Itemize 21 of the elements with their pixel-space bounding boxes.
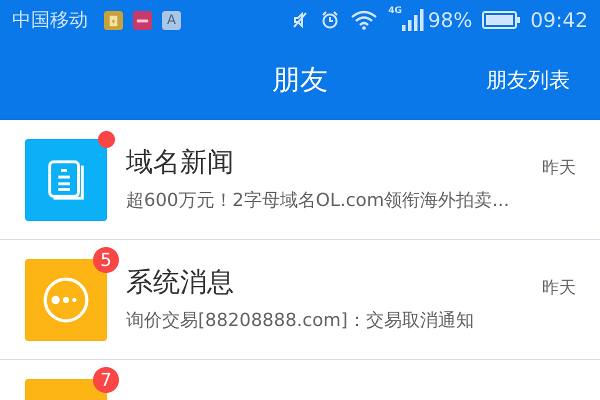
unread-count-badge: 5 <box>93 247 119 273</box>
page-title: 朋友 <box>272 62 328 98</box>
message-time: 昨天 <box>542 277 576 299</box>
alarm-icon <box>320 10 340 30</box>
app-notification-icon <box>133 10 152 30</box>
message-preview: 超600万元！2字母域名OL.com领衔海外拍卖... <box>126 189 510 213</box>
unread-count-badge: 7 <box>93 367 119 393</box>
wifi-icon <box>350 10 378 30</box>
network-type: 4G <box>388 6 402 16</box>
conversation-title: 系统消息 <box>126 266 235 300</box>
signal-icon <box>402 9 424 31</box>
clock-time: 09:42 <box>530 8 588 32</box>
carrier-name: 中国移动 <box>12 8 88 33</box>
battery-percentage: 98% <box>428 8 472 32</box>
message-time: 昨天 <box>542 157 576 179</box>
conversation-title: 域名新闻 <box>126 146 235 180</box>
friend-list-button[interactable]: 朋友列表 <box>486 62 570 98</box>
app-notification-icon <box>104 10 123 30</box>
battery-icon <box>482 11 520 29</box>
message-preview: 询价交易[88208888.com]：交易取消通知 <box>126 309 475 333</box>
app-notification-icon: A <box>162 10 181 30</box>
